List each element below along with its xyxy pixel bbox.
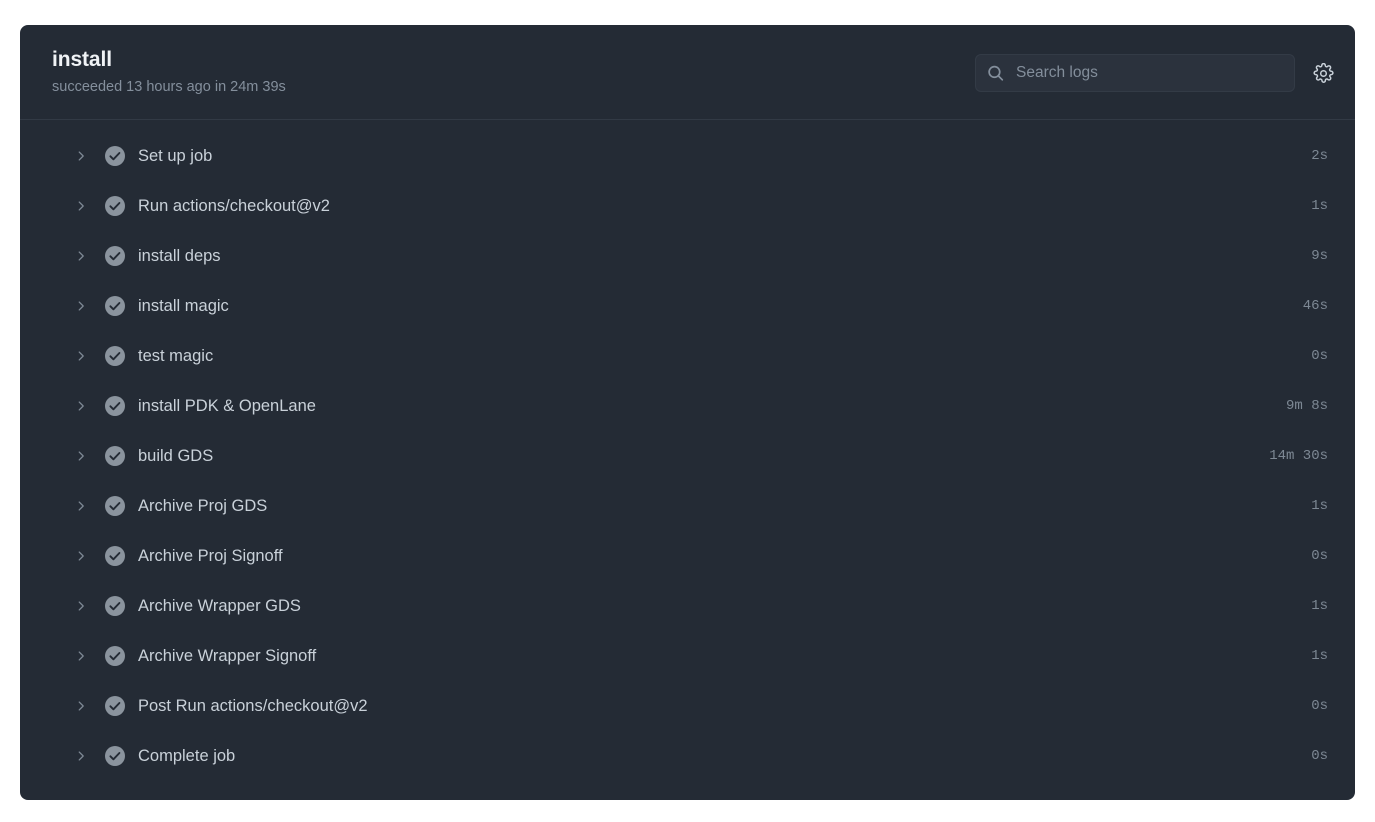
check-circle-icon [104, 295, 126, 317]
check-circle-icon [104, 445, 126, 467]
log-step-duration: 0s [1311, 698, 1328, 714]
log-step-name: Archive Wrapper Signoff [138, 647, 317, 665]
chevron-right-icon[interactable] [73, 148, 89, 164]
chevron-right-icon[interactable] [73, 648, 89, 664]
search-icon [987, 65, 1004, 82]
settings-button[interactable] [1307, 57, 1339, 89]
check-circle-icon [104, 345, 126, 367]
log-step-row[interactable]: Set up job 2s [20, 131, 1355, 181]
check-circle-icon [104, 395, 126, 417]
gear-icon [1313, 62, 1334, 84]
log-step-name: Run actions/checkout@v2 [138, 197, 330, 215]
chevron-right-icon[interactable] [73, 598, 89, 614]
log-step-duration: 1s [1311, 198, 1328, 214]
search-input[interactable] [976, 55, 1294, 91]
log-step-name: install PDK & OpenLane [138, 397, 316, 415]
log-step-name: test magic [138, 347, 214, 365]
header-actions [975, 54, 1339, 92]
chevron-right-icon[interactable] [73, 348, 89, 364]
log-step-name: Archive Proj GDS [138, 497, 268, 515]
check-circle-icon [104, 495, 126, 517]
job-log-panel: install succeeded 13 hours ago in 24m 39… [20, 25, 1355, 800]
log-step-duration: 0s [1311, 748, 1328, 764]
job-header: install succeeded 13 hours ago in 24m 39… [20, 25, 1355, 120]
log-step-row[interactable]: Post Run actions/checkout@v2 0s [20, 681, 1355, 731]
chevron-right-icon[interactable] [73, 698, 89, 714]
log-step-row[interactable]: Archive Proj Signoff 0s [20, 531, 1355, 581]
log-step-name: Complete job [138, 747, 236, 765]
check-circle-icon [104, 145, 126, 167]
check-circle-icon [104, 595, 126, 617]
log-step-row[interactable]: Archive Proj GDS 1s [20, 481, 1355, 531]
log-step-row[interactable]: Run actions/checkout@v2 1s [20, 181, 1355, 231]
log-step-duration: 2s [1311, 148, 1328, 164]
check-circle-icon [104, 645, 126, 667]
log-step-name: install deps [138, 247, 221, 265]
page-title: install [52, 48, 112, 71]
log-step-row[interactable]: Archive Wrapper GDS 1s [20, 581, 1355, 631]
log-step-duration: 1s [1311, 498, 1328, 514]
check-circle-icon [104, 695, 126, 717]
log-step-name: Post Run actions/checkout@v2 [138, 697, 368, 715]
log-step-row[interactable]: install PDK & OpenLane 9m 8s [20, 381, 1355, 431]
log-step-name: Set up job [138, 147, 213, 165]
chevron-right-icon[interactable] [73, 298, 89, 314]
log-step-row[interactable]: install deps 9s [20, 231, 1355, 281]
log-step-duration: 46s [1302, 298, 1328, 314]
log-step-duration: 0s [1311, 348, 1328, 364]
log-step-name: Archive Wrapper GDS [138, 597, 301, 615]
log-step-row[interactable]: Archive Wrapper Signoff 1s [20, 631, 1355, 681]
check-circle-icon [104, 195, 126, 217]
check-circle-icon [104, 745, 126, 767]
log-step-duration: 1s [1311, 598, 1328, 614]
log-step-row[interactable]: Complete job 0s [20, 731, 1355, 781]
chevron-right-icon[interactable] [73, 498, 89, 514]
log-step-row[interactable]: build GDS 14m 30s [20, 431, 1355, 481]
check-circle-icon [104, 245, 126, 267]
log-step-duration: 14m 30s [1269, 448, 1328, 464]
job-header-texts: install succeeded 13 hours ago in 24m 39… [52, 48, 286, 96]
check-circle-icon [104, 545, 126, 567]
chevron-right-icon[interactable] [73, 548, 89, 564]
log-step-row[interactable]: test magic 0s [20, 331, 1355, 381]
log-step-duration: 9s [1311, 248, 1328, 264]
log-step-duration: 0s [1311, 548, 1328, 564]
chevron-right-icon[interactable] [73, 448, 89, 464]
log-step-name: build GDS [138, 447, 214, 465]
log-step-duration: 1s [1311, 648, 1328, 664]
log-step-row[interactable]: install magic 46s [20, 281, 1355, 331]
log-step-name: install magic [138, 297, 229, 315]
chevron-right-icon[interactable] [73, 248, 89, 264]
search-logs-box[interactable] [975, 54, 1295, 92]
job-status-line: succeeded 13 hours ago in 24m 39s [52, 79, 286, 95]
log-step-name: Archive Proj Signoff [138, 547, 283, 565]
chevron-right-icon[interactable] [73, 748, 89, 764]
chevron-right-icon[interactable] [73, 198, 89, 214]
log-step-duration: 9m 8s [1285, 398, 1328, 414]
chevron-right-icon[interactable] [73, 398, 89, 414]
log-steps-list: Set up job 2s Run actions/checkout@v2 1s [20, 120, 1355, 781]
